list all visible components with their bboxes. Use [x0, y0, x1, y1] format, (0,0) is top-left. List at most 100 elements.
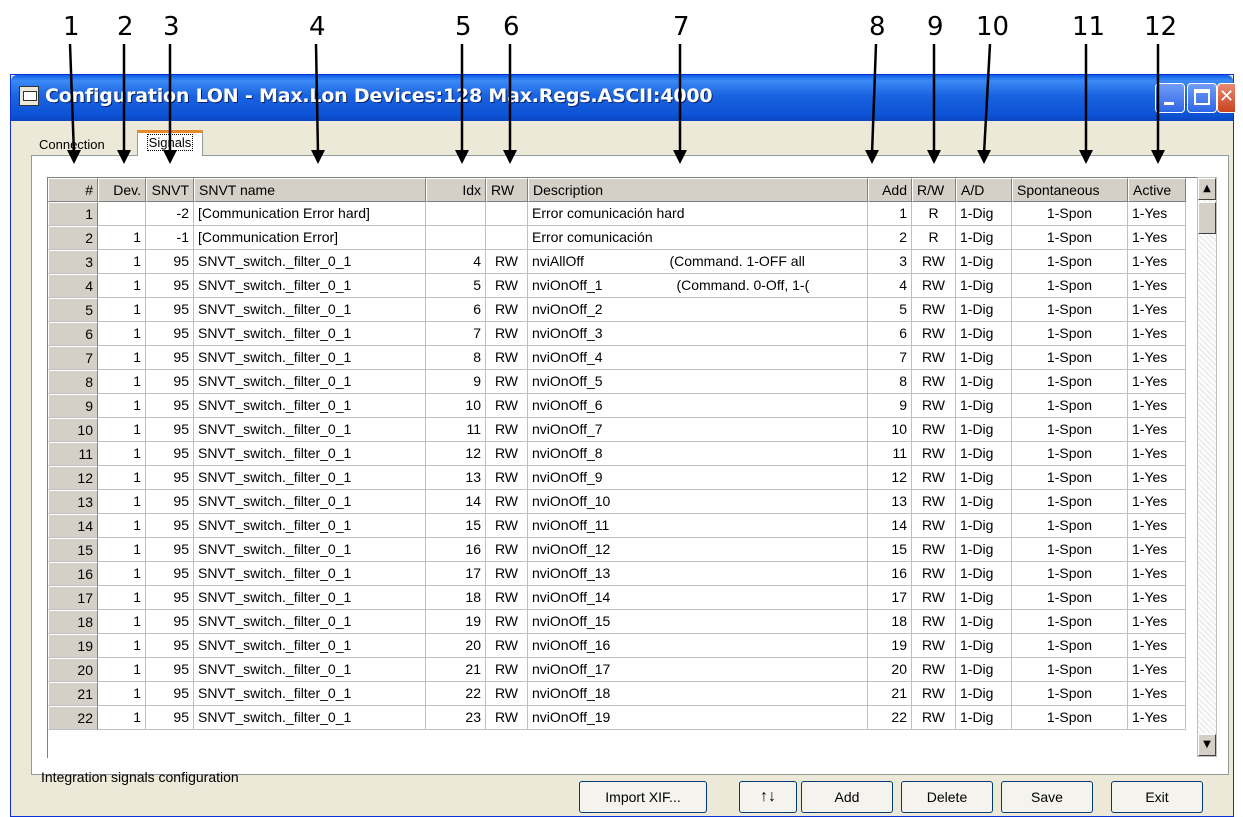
cell-snvt-name[interactable]: SNVT_switch._filter_0_1	[194, 346, 426, 370]
row-header[interactable]: 8	[48, 370, 98, 394]
cell-r-w[interactable]: RW	[912, 418, 956, 442]
minimize-button[interactable]	[1155, 83, 1185, 113]
cell-dev[interactable]: 1	[98, 274, 146, 298]
cell-snvt[interactable]: 95	[146, 562, 194, 586]
cell-rw[interactable]: RW	[486, 466, 528, 490]
cell-snvt[interactable]: 95	[146, 466, 194, 490]
column-header-description[interactable]: Description	[528, 178, 868, 202]
cell-a-d[interactable]: 1-Dig	[956, 370, 1012, 394]
table-row[interactable]: 2 1 -1 [Communication Error] Error comunicac…	[48, 226, 1186, 250]
cell-snvt-name[interactable]: SNVT_switch._filter_0_1	[194, 250, 426, 274]
column-header-a-d[interactable]: A/D	[956, 178, 1012, 202]
cell-snvt[interactable]: 95	[146, 298, 194, 322]
scrollbar-thumb[interactable]	[1198, 202, 1216, 234]
cell-rw[interactable]: RW	[486, 562, 528, 586]
cell-dev[interactable]: 1	[98, 538, 146, 562]
cell-rw[interactable]: RW	[486, 634, 528, 658]
cell-idx[interactable]: 14	[426, 490, 486, 514]
cell-dev[interactable]: 1	[98, 418, 146, 442]
cell-a-d[interactable]: 1-Dig	[956, 202, 1012, 226]
cell-idx[interactable]: 15	[426, 514, 486, 538]
cell-description[interactable]: nviOnOff_17	[528, 658, 868, 682]
cell-add[interactable]: 8	[868, 370, 912, 394]
cell-idx[interactable]: 9	[426, 370, 486, 394]
cell-dev[interactable]: 1	[98, 442, 146, 466]
cell-r-w[interactable]: RW	[912, 634, 956, 658]
cell-spontaneous[interactable]: 1-Spon	[1012, 514, 1128, 538]
cell-spontaneous[interactable]: 1-Spon	[1012, 610, 1128, 634]
cell-rw[interactable]: RW	[486, 274, 528, 298]
cell-rw[interactable]: RW	[486, 418, 528, 442]
cell-rw[interactable]	[486, 226, 528, 250]
cell-a-d[interactable]: 1-Dig	[956, 274, 1012, 298]
cell-active[interactable]: 1-Yes	[1128, 442, 1186, 466]
cell-r-w[interactable]: RW	[912, 394, 956, 418]
cell-snvt[interactable]: 95	[146, 586, 194, 610]
table-row[interactable]: 7 1 95 SNVT_switch._filter_0_1 8 RW nviOnOff_4…	[48, 346, 1186, 370]
cell-a-d[interactable]: 1-Dig	[956, 442, 1012, 466]
cell-rw[interactable]: RW	[486, 514, 528, 538]
cell-idx[interactable]: 12	[426, 442, 486, 466]
cell-idx[interactable]: 4	[426, 250, 486, 274]
table-row[interactable]: 20 1 95 SNVT_switch._filter_0_1 21 RW nviOnOff…	[48, 658, 1186, 682]
delete-button[interactable]: Delete	[901, 781, 993, 813]
cell-idx[interactable]: 8	[426, 346, 486, 370]
cell-add[interactable]: 19	[868, 634, 912, 658]
cell-snvt-name[interactable]: SNVT_switch._filter_0_1	[194, 634, 426, 658]
cell-add[interactable]: 7	[868, 346, 912, 370]
row-header[interactable]: 20	[48, 658, 98, 682]
column-header-rw[interactable]: RW	[486, 178, 528, 202]
cell-r-w[interactable]: RW	[912, 586, 956, 610]
row-header[interactable]: 21	[48, 682, 98, 706]
cell-a-d[interactable]: 1-Dig	[956, 634, 1012, 658]
cell-snvt[interactable]: 95	[146, 394, 194, 418]
cell-a-d[interactable]: 1-Dig	[956, 586, 1012, 610]
row-header[interactable]: 6	[48, 322, 98, 346]
cell-snvt-name[interactable]: SNVT_switch._filter_0_1	[194, 586, 426, 610]
cell-r-w[interactable]: RW	[912, 370, 956, 394]
cell-snvt[interactable]: 95	[146, 514, 194, 538]
cell-spontaneous[interactable]: 1-Spon	[1012, 586, 1128, 610]
cell-add[interactable]: 16	[868, 562, 912, 586]
cell-snvt[interactable]: -1	[146, 226, 194, 250]
table-row[interactable]: 21 1 95 SNVT_switch._filter_0_1 22 RW nviOnOff…	[48, 682, 1186, 706]
cell-r-w[interactable]: RW	[912, 682, 956, 706]
cell-dev[interactable]: 1	[98, 658, 146, 682]
cell-snvt[interactable]: 95	[146, 346, 194, 370]
table-row[interactable]: 10 1 95 SNVT_switch._filter_0_1 11 RW nviOnOff…	[48, 418, 1186, 442]
cell-r-w[interactable]: RW	[912, 298, 956, 322]
cell-snvt[interactable]: 95	[146, 490, 194, 514]
cell-active[interactable]: 1-Yes	[1128, 514, 1186, 538]
cell-idx[interactable]	[426, 226, 486, 250]
cell-snvt-name[interactable]: SNVT_switch._filter_0_1	[194, 682, 426, 706]
cell-spontaneous[interactable]: 1-Spon	[1012, 466, 1128, 490]
cell-idx[interactable]: 22	[426, 682, 486, 706]
cell-idx[interactable]: 6	[426, 298, 486, 322]
cell-add[interactable]: 21	[868, 682, 912, 706]
cell-rw[interactable]: RW	[486, 538, 528, 562]
cell-idx[interactable]	[426, 202, 486, 226]
cell-description[interactable]: nviOnOff_18	[528, 682, 868, 706]
cell-active[interactable]: 1-Yes	[1128, 538, 1186, 562]
cell-snvt[interactable]: 95	[146, 418, 194, 442]
cell-snvt-name[interactable]: SNVT_switch._filter_0_1	[194, 274, 426, 298]
cell-add[interactable]: 1	[868, 202, 912, 226]
cell-dev[interactable]: 1	[98, 562, 146, 586]
cell-idx[interactable]: 23	[426, 706, 486, 730]
column-header-dev[interactable]: Dev.	[98, 178, 146, 202]
cell-dev[interactable]: 1	[98, 346, 146, 370]
cell-r-w[interactable]: RW	[912, 442, 956, 466]
cell-active[interactable]: 1-Yes	[1128, 610, 1186, 634]
cell-description[interactable]: nviOnOff_3	[528, 322, 868, 346]
cell-spontaneous[interactable]: 1-Spon	[1012, 370, 1128, 394]
cell-rw[interactable]	[486, 202, 528, 226]
cell-spontaneous[interactable]: 1-Spon	[1012, 634, 1128, 658]
cell-r-w[interactable]: RW	[912, 466, 956, 490]
row-header[interactable]: 22	[48, 706, 98, 730]
row-header[interactable]: 14	[48, 514, 98, 538]
table-row[interactable]: 5 1 95 SNVT_switch._filter_0_1 6 RW nviOnOff_2…	[48, 298, 1186, 322]
cell-active[interactable]: 1-Yes	[1128, 226, 1186, 250]
cell-add[interactable]: 15	[868, 538, 912, 562]
row-header[interactable]: 2	[48, 226, 98, 250]
table-row[interactable]: 18 1 95 SNVT_switch._filter_0_1 19 RW nviOnOff…	[48, 610, 1186, 634]
